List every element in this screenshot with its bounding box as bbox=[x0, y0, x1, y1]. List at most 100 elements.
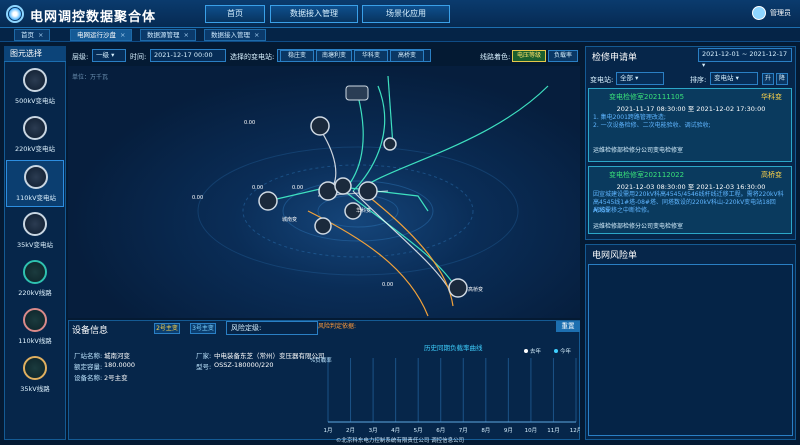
card-title: 变电检修室202112022 bbox=[609, 171, 685, 179]
sort-asc-button[interactable]: 升 bbox=[762, 73, 774, 85]
load-rate-chart: 1月 2月 3月 4月 5月 6月 7月 8月 9月 10月 11月 12月 bbox=[324, 358, 580, 434]
chart-ylabel: %负载率 bbox=[310, 358, 332, 364]
color-by-voltage[interactable]: 电压等级 bbox=[512, 50, 546, 62]
node-value[interactable]: 0.00 bbox=[382, 282, 393, 288]
substation-icon bbox=[23, 212, 47, 236]
card-desc-line: 1. 集电2001跨路管理改造; bbox=[593, 114, 666, 121]
card-desc-line: 2. 一次设备检修、二次电能验收、调试验收; bbox=[593, 122, 711, 129]
sidebar-item-label: 500kV变电站 bbox=[14, 97, 56, 105]
app-title: 电网调控数据聚合体 bbox=[30, 10, 157, 25]
level-label: 层级: bbox=[72, 53, 89, 61]
device-chip-3[interactable]: 3号主变 bbox=[190, 323, 216, 334]
maintenance-card[interactable]: 变电检修室202111105 华科变 2021-11-17 08:30:00 至… bbox=[588, 88, 792, 162]
risk-level-field[interactable]: 风险定级: bbox=[226, 321, 318, 335]
sort-desc-button[interactable]: 降 bbox=[776, 73, 788, 85]
risk-basis-label: 风险判定依据: bbox=[318, 323, 357, 330]
sidebar-item-label: 220kV线路 bbox=[18, 289, 52, 297]
sidebar-item[interactable]: 220kV变电站 bbox=[6, 112, 64, 159]
level-select[interactable]: 一级 ▾ bbox=[92, 49, 126, 62]
station-chip[interactable]: 华科变 bbox=[354, 50, 388, 62]
time-input[interactable]: 2021-12-17 00:00 bbox=[150, 49, 226, 62]
sidebar-item[interactable]: 110kV变电站 bbox=[6, 160, 64, 207]
card-desc-line: 因宣城建设需用220kV科高4545/4546线杆线迁移工程。需将220kV科 bbox=[593, 191, 784, 198]
card-foot: 运维检修部检修分公司变电检修室 bbox=[593, 223, 684, 230]
chart-xtick: 1月 bbox=[324, 427, 333, 434]
close-icon[interactable]: × bbox=[38, 31, 43, 39]
sidebar-item[interactable]: 220kV线路 bbox=[6, 256, 64, 303]
date-from: 2021-12-01 bbox=[702, 50, 740, 58]
field-value: 180.0000 bbox=[104, 361, 136, 369]
nav-scenario[interactable]: 场景化应用 bbox=[362, 5, 450, 23]
grid-map[interactable]: 0.00 0.00 0.00 0.00 0.00 华科变 城南变 高桥变 bbox=[68, 66, 580, 318]
field-label: 厂站名称: bbox=[74, 352, 103, 360]
map-station-label: 高桥变 bbox=[468, 287, 484, 293]
station-chip[interactable]: 稳庄变 bbox=[280, 50, 314, 62]
close-icon[interactable]: × bbox=[184, 31, 189, 39]
station-select-label: 选择的变电站: bbox=[230, 53, 275, 61]
sidebar-item-label: 35kV变电站 bbox=[17, 241, 53, 249]
station-chip[interactable]: 南塘利变 bbox=[316, 50, 352, 62]
map-station-label: 华科变 bbox=[356, 208, 372, 214]
tab-label: 电网运行沙盘 bbox=[77, 31, 116, 39]
field-value: 中电装备东芝（常州）变压器有限公司 bbox=[214, 352, 325, 360]
chart-xtick: 6月 bbox=[436, 427, 445, 434]
field-value: 城南河变 bbox=[104, 352, 130, 360]
sidebar-item-label: 220kV变电站 bbox=[14, 145, 56, 153]
substation-icon bbox=[24, 165, 48, 189]
sidebar-item[interactable]: 35kV线路 bbox=[6, 352, 64, 399]
maintenance-card[interactable]: 变电检修室202112022 高桥变 2021-12-03 08:30:00 至… bbox=[588, 166, 792, 234]
sidebar-item[interactable]: 500kV变电站 bbox=[6, 64, 64, 111]
chart-xtick: 9月 bbox=[504, 427, 513, 434]
map-unit: 单位：万千瓦 bbox=[72, 74, 109, 81]
tab-datasource[interactable]: 数据源管理 × bbox=[140, 29, 196, 41]
field-label: 厂家: bbox=[196, 352, 212, 360]
tab-grid-sandbox[interactable]: 电网运行沙盘 × bbox=[70, 29, 133, 41]
card-desc-line: 光缆需移之中断检修。 bbox=[593, 207, 654, 214]
sidebar-item[interactable]: 35kV变电站 bbox=[6, 208, 64, 255]
tab-label: 首页 bbox=[21, 31, 34, 39]
maintenance-title: 检修申请单 bbox=[592, 53, 638, 63]
station-building-icon bbox=[345, 85, 369, 101]
close-icon[interactable]: × bbox=[254, 31, 259, 39]
reset-button[interactable]: 重置 bbox=[556, 321, 580, 332]
card-station: 高桥变 bbox=[761, 171, 782, 179]
card-time: 2021-12-03 08:30:00 至 2021-12-03 16:30:0… bbox=[616, 183, 766, 191]
user-name[interactable]: 管理员 bbox=[770, 8, 791, 18]
risk-title: 电网风险单 bbox=[592, 251, 638, 261]
chart-title: 历史同期负载率曲线 bbox=[424, 344, 483, 352]
tab-data-access[interactable]: 数据接入管理 × bbox=[204, 29, 267, 41]
sidebar-item-label: 110kV变电站 bbox=[15, 194, 57, 202]
station-filter-label: 变电站: bbox=[590, 76, 614, 84]
risk-list[interactable] bbox=[588, 264, 793, 436]
node-value[interactable]: 0.00 bbox=[252, 185, 263, 191]
nav-data-access[interactable]: 数据接入管理 bbox=[270, 5, 358, 23]
station-chip[interactable]: 高桥变 bbox=[390, 50, 424, 62]
device-chip-2[interactable]: 2号主变 bbox=[154, 323, 180, 334]
card-station: 华科变 bbox=[761, 93, 782, 101]
sidebar-item-label: 35kV线路 bbox=[20, 385, 50, 393]
color-by-load[interactable]: 负载率 bbox=[548, 50, 578, 62]
line-icon bbox=[23, 308, 47, 332]
sidebar-item[interactable]: 110kV线路 bbox=[6, 304, 64, 351]
sort-select[interactable]: 变电站 ▾ bbox=[710, 72, 758, 85]
close-icon[interactable]: × bbox=[120, 31, 125, 39]
date-range-picker[interactable]: 2021-12-01 ~ 2021-12-17 ▾ bbox=[698, 48, 792, 69]
nav-home[interactable]: 首页 bbox=[205, 5, 265, 23]
sort-label: 排序: bbox=[690, 76, 707, 84]
level-value: 一级 bbox=[96, 51, 109, 59]
station-filter-value: 全部 bbox=[620, 74, 633, 82]
tab-home[interactable]: 首页 × bbox=[14, 29, 51, 41]
station-filter-select[interactable]: 全部 ▾ bbox=[616, 72, 664, 85]
field-value: OSSZ-180000/220 bbox=[214, 361, 274, 369]
globe-logo-icon bbox=[6, 5, 24, 23]
line-color-label: 线路着色: bbox=[480, 53, 511, 61]
chart-xtick: 3月 bbox=[369, 427, 378, 434]
card-title: 变电检修室202111105 bbox=[609, 93, 685, 101]
chart-xtick: 4月 bbox=[391, 427, 400, 434]
node-value[interactable]: 0.00 bbox=[292, 185, 303, 191]
avatar-icon[interactable] bbox=[752, 6, 766, 20]
page-footer: ©北京科东电力控制系统有限责任公司 调控信息公司 bbox=[335, 438, 465, 444]
card-time: 2021-11-17 08:30:00 至 2021-12-02 17:30:0… bbox=[616, 105, 766, 113]
node-value[interactable]: 0.00 bbox=[192, 195, 203, 201]
node-value[interactable]: 0.00 bbox=[244, 120, 255, 126]
